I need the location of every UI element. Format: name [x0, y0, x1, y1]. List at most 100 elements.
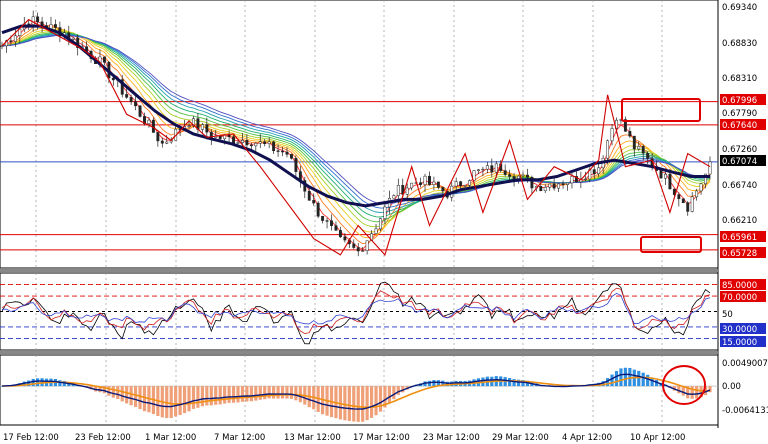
price-tag-67996: 0.67996 — [720, 94, 766, 106]
candle-body — [463, 185, 467, 187]
candle-body — [289, 154, 293, 159]
candle-body — [708, 161, 712, 175]
price-chart-window[interactable]: 0.69340 0.68830 0.68310 0.67790 0.67260 … — [0, 0, 768, 444]
macd-histogram-bar — [116, 386, 120, 399]
candle-body — [441, 187, 445, 192]
macd-histogram-bar — [142, 386, 147, 412]
candle-body — [699, 183, 703, 192]
candle-body — [321, 215, 325, 221]
macd-histogram-bar — [614, 371, 619, 387]
candle-body — [205, 124, 209, 133]
macd-histogram-bar — [392, 386, 396, 400]
time-label: 4 Apr 12:00 — [562, 433, 612, 443]
macd-histogram-bar — [289, 386, 294, 399]
candle-body — [552, 183, 556, 189]
macd-histogram-bar — [214, 386, 218, 405]
macd-histogram-bar — [378, 386, 383, 412]
candle-body — [325, 220, 329, 222]
candle-body — [405, 187, 409, 195]
candle-body — [276, 150, 280, 152]
candle-body — [241, 140, 244, 143]
macd-histogram-bar — [129, 386, 133, 406]
candle-body — [160, 140, 164, 144]
osc-level-15: 15.0000 — [720, 336, 766, 348]
candle-body — [294, 158, 298, 172]
macd-histogram-bar — [218, 386, 222, 405]
candle-body — [521, 174, 525, 177]
svg-text:0.67640: 0.67640 — [722, 121, 757, 131]
macd-histogram-bar — [227, 386, 231, 403]
candle-body — [218, 135, 222, 140]
macd-histogram-bar — [369, 386, 374, 418]
macd-histogram-bar — [200, 386, 204, 407]
candle-body — [330, 220, 333, 226]
candle-body — [245, 140, 249, 146]
candle-body — [236, 142, 240, 144]
macd-histogram-bar — [249, 386, 253, 402]
macd-histogram-bar — [138, 386, 142, 410]
time-label: 13 Mar 12:00 — [284, 433, 341, 443]
svg-text:85.0000: 85.0000 — [722, 281, 757, 291]
macd-histogram-bar — [205, 386, 209, 406]
time-label: 7 Mar 12:00 — [214, 433, 265, 443]
macd-histogram-bar — [231, 386, 236, 403]
macd-histogram-bar — [58, 380, 62, 387]
candle-body — [543, 187, 547, 191]
price-tag-67640: 0.67640 — [720, 119, 766, 131]
candle-body — [71, 37, 75, 40]
svg-text:0.65728: 0.65728 — [722, 249, 757, 259]
candle-body — [481, 168, 485, 171]
candle-body — [641, 146, 645, 154]
time-label: 10 Apr 12:00 — [630, 433, 685, 443]
candle-body — [637, 146, 641, 150]
time-label: 1 Mar 12:00 — [145, 433, 196, 443]
candle-body — [316, 202, 320, 217]
candle-body — [566, 182, 569, 185]
candle-body — [379, 218, 382, 230]
candle-body — [254, 142, 258, 147]
macd-tick-zero: 0.00 — [722, 382, 741, 392]
macd-histogram-bar — [254, 386, 258, 401]
macd-histogram-bar — [182, 386, 187, 414]
candle-body — [267, 141, 271, 144]
macd-histogram-bar — [619, 368, 623, 387]
macd-histogram-bar — [352, 386, 356, 422]
candle-body — [592, 169, 596, 174]
macd-histogram-bar — [107, 386, 111, 396]
candle-body — [664, 173, 667, 179]
candle-body — [432, 181, 436, 185]
osc-level-85: 85.0000 — [720, 279, 766, 291]
candle-body — [686, 202, 690, 212]
osc-level-30: 30.0000 — [720, 323, 766, 335]
macd-histogram-bar — [133, 386, 138, 407]
candle-body — [695, 190, 699, 198]
candle-body — [677, 194, 681, 199]
candle-body — [508, 174, 512, 177]
candle-body — [232, 136, 235, 144]
candle-body — [485, 165, 489, 170]
macd-histogram-bar — [610, 374, 614, 387]
candle-body — [548, 183, 552, 188]
candle-body — [263, 141, 267, 144]
macd-histogram-bar — [356, 386, 360, 422]
price-tag-65728: 0.65728 — [720, 247, 766, 259]
macd-histogram-bar — [272, 386, 276, 399]
candle-body — [392, 195, 396, 199]
candle-body — [383, 206, 387, 219]
candle-body — [557, 183, 561, 189]
macd-histogram-bar — [396, 386, 400, 395]
macd-histogram-bar — [240, 386, 245, 402]
price-tick: 0.68310 — [722, 74, 757, 84]
svg-text:0.67996: 0.67996 — [722, 96, 757, 106]
macd-histogram-bar — [236, 386, 240, 403]
candle-body — [129, 97, 133, 102]
candle-body — [503, 170, 507, 175]
candle-body — [334, 225, 338, 231]
macd-histogram-bar — [432, 380, 436, 387]
macd-histogram-bar — [263, 386, 267, 400]
macd-histogram-bar — [628, 367, 632, 387]
macd-histogram-bar — [294, 386, 298, 401]
macd-histogram-bar — [196, 386, 200, 408]
candle-body — [343, 236, 347, 241]
macd-histogram-bar — [276, 386, 280, 399]
